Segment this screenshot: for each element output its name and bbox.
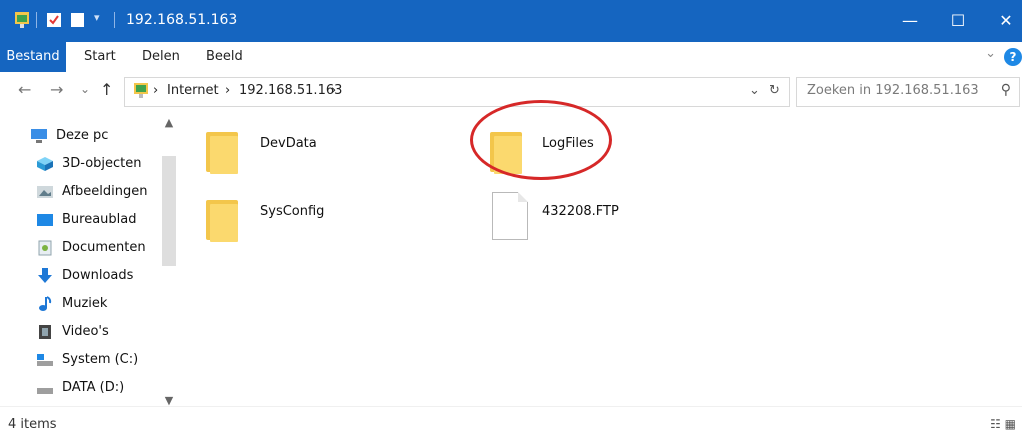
divider <box>36 12 37 28</box>
minimize-button[interactable]: — <box>888 6 932 36</box>
search-placeholder: Zoeken in 192.168.51.163 <box>807 83 979 98</box>
search-icon[interactable]: ⚲ <box>1001 82 1011 98</box>
drive-icon <box>36 352 54 368</box>
folder-item-sysconfig[interactable]: SysConfig <box>186 194 386 254</box>
drive-icon <box>36 380 54 396</box>
address-dropdown-icon[interactable]: ⌄ <box>749 83 760 98</box>
scroll-up-icon[interactable]: ▲ <box>162 116 176 129</box>
desktop-icon <box>36 212 54 228</box>
help-icon[interactable]: ? <box>1004 48 1022 66</box>
up-button[interactable]: ↑ <box>100 80 113 99</box>
documents-icon <box>36 240 54 256</box>
download-arrow-icon <box>36 268 54 284</box>
refresh-icon[interactable]: ↻ <box>769 83 780 98</box>
highlight-circle <box>470 100 612 180</box>
close-button[interactable]: ✕ <box>984 6 1022 36</box>
window-title: 192.168.51.163 <box>126 12 238 28</box>
network-location-icon <box>133 82 149 104</box>
item-name: 432208.FTP <box>542 204 619 219</box>
title-bar: ▾ 192.168.51.163 — ☐ ✕ <box>0 0 1022 42</box>
recent-locations-button[interactable]: ⌄ <box>80 82 90 96</box>
maximize-button[interactable]: ☐ <box>936 6 980 36</box>
monitor-icon <box>30 128 48 144</box>
view-mode-icon[interactable]: ☷ ▦ <box>990 417 1016 431</box>
breadcrumb-separator: › <box>153 83 159 98</box>
folder-icon <box>206 194 240 242</box>
item-count: 4 items <box>8 417 57 432</box>
folder-item-devdata[interactable]: DevData <box>186 126 386 186</box>
address-bar[interactable]: › Internet › 192.168.51.163 › ⌄ ↻ <box>124 77 790 107</box>
breadcrumb-ip[interactable]: 192.168.51.163 <box>239 83 342 98</box>
item-name: DevData <box>260 136 317 151</box>
divider <box>114 12 115 28</box>
tab-beeld[interactable]: Beeld <box>206 42 243 72</box>
expand-ribbon-icon[interactable]: ⌄ <box>985 46 996 61</box>
forward-button[interactable]: → <box>50 80 63 99</box>
scroll-thumb[interactable] <box>162 156 176 266</box>
back-button[interactable]: ← <box>18 80 31 99</box>
new-folder-icon[interactable] <box>70 11 86 29</box>
breadcrumb-separator: › <box>331 83 337 98</box>
search-box[interactable]: Zoeken in 192.168.51.163 ⚲ <box>796 77 1020 107</box>
properties-icon[interactable] <box>46 11 62 29</box>
tab-start[interactable]: Start <box>84 42 116 72</box>
blank-file-icon <box>492 192 528 240</box>
sidebar-scrollbar[interactable]: ▲ ▼ <box>160 110 178 410</box>
cube-icon <box>36 156 54 172</box>
status-bar: 4 items ☷ ▦ <box>0 406 1022 437</box>
tab-delen[interactable]: Delen <box>142 42 180 72</box>
pictures-icon <box>36 184 54 200</box>
folder-icon <box>206 126 240 174</box>
tab-bestand[interactable]: Bestand <box>0 42 66 72</box>
navigation-pane: Deze pc 3D-objecten Afbeeldingen Bureaub… <box>0 110 180 406</box>
item-name: SysConfig <box>260 204 325 219</box>
film-icon <box>36 324 54 340</box>
breadcrumb-separator: › <box>225 83 231 98</box>
file-item-432208-ftp[interactable]: 432208.FTP <box>486 190 686 250</box>
ribbon-tabs: Bestand Start Delen Beeld ⌄ ? <box>0 42 1022 73</box>
explorer-icon[interactable] <box>14 11 30 29</box>
music-note-icon <box>36 296 54 312</box>
breadcrumb-internet[interactable]: Internet <box>167 83 219 98</box>
quick-access-dropdown-icon[interactable]: ▾ <box>94 11 110 29</box>
